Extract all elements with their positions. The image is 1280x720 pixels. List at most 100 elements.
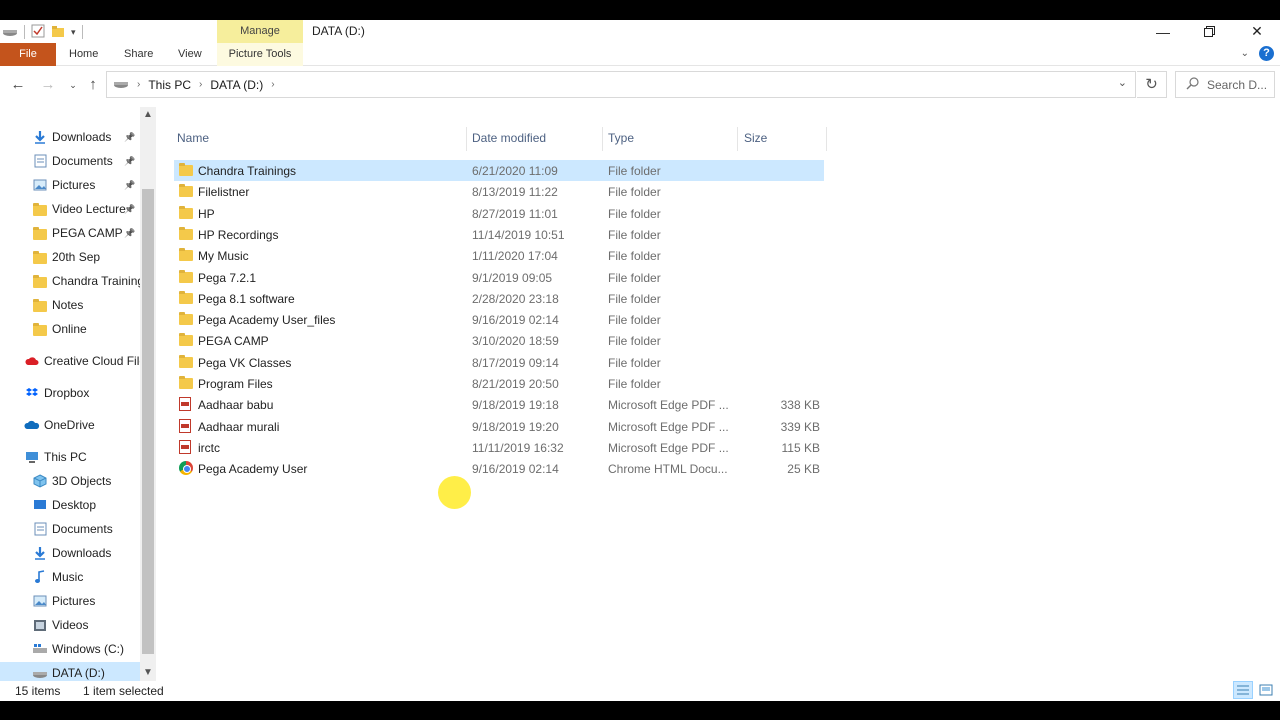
forward-arrow-icon[interactable]: → xyxy=(38,75,58,95)
tab-home[interactable]: Home xyxy=(69,43,98,66)
close-icon[interactable]: ✕ xyxy=(1234,20,1280,43)
file-type: File folder xyxy=(608,227,661,242)
column-header-name[interactable]: Name xyxy=(177,131,209,149)
file-row[interactable]: Aadhaar murali 9/18/2019 19:20 Microsoft E… xyxy=(174,416,824,437)
file-row[interactable]: Pega VK Classes 8/17/2019 09:14 File folde… xyxy=(174,352,824,373)
sidebar-item-this-pc[interactable]: This PC xyxy=(0,446,140,468)
sidebar-item-3d-objects[interactable]: 3D Objects xyxy=(0,470,140,492)
file-row[interactable]: My Music 1/11/2020 17:04 File folder xyxy=(174,245,824,266)
sidebar-item-label: 20th Sep xyxy=(52,250,101,264)
sidebar-item-20th-sep[interactable]: 20th Sep xyxy=(0,246,140,268)
sidebar-item-label: Chandra Training xyxy=(52,274,140,288)
column-header-size[interactable]: Size xyxy=(744,131,767,149)
sidebar-scrollbar[interactable]: ▲ ▼ xyxy=(140,107,156,681)
sidebar-item-dropbox[interactable]: Dropbox xyxy=(0,382,140,404)
file-row[interactable]: HP 8/27/2019 11:01 File folder xyxy=(174,203,824,224)
large-icons-view-icon[interactable] xyxy=(1256,681,1276,699)
pin-icon[interactable]: 📌 xyxy=(124,204,135,215)
search-input[interactable]: Search D... xyxy=(1175,71,1275,98)
help-icon[interactable]: ? xyxy=(1259,46,1274,61)
sidebar-item-desktop[interactable]: Desktop xyxy=(0,494,140,516)
folder-icon xyxy=(179,333,194,347)
refresh-icon[interactable]: ↻ xyxy=(1137,71,1167,98)
file-row[interactable]: Program Files 8/21/2019 20:50 File folder xyxy=(174,373,824,394)
file-date-modified: 9/16/2019 02:14 xyxy=(472,462,559,477)
restore-icon[interactable] xyxy=(1186,20,1232,43)
tab-share[interactable]: Share xyxy=(124,43,153,66)
minimize-icon[interactable]: — xyxy=(1140,20,1186,43)
file-row[interactable]: HP Recordings 11/14/2019 10:51 File folder xyxy=(174,224,824,245)
chevron-right-icon[interactable]: › xyxy=(271,79,274,90)
sidebar-item-pictures[interactable]: Pictures 📌 xyxy=(0,174,140,196)
sidebar-item-documents[interactable]: Documents 📌 xyxy=(0,150,140,172)
file-row[interactable]: PEGA CAMP 3/10/2020 18:59 File folder xyxy=(174,330,824,351)
address-dropdown-icon[interactable]: ⌄ xyxy=(1118,76,1127,89)
column-divider[interactable] xyxy=(602,127,603,151)
file-row[interactable]: Pega Academy User_files 9/16/2019 02:14 Fi… xyxy=(174,309,824,330)
manage-contextual-tab[interactable]: Manage xyxy=(217,20,303,43)
sidebar-item-documents[interactable]: Documents xyxy=(0,518,140,540)
pdf-icon xyxy=(179,439,194,454)
pin-icon[interactable]: 📌 xyxy=(124,132,135,143)
chevron-right-icon[interactable]: › xyxy=(199,79,202,90)
file-name: Filelistner xyxy=(198,185,250,200)
file-type: File folder xyxy=(608,249,661,264)
sidebar-item-creative-cloud[interactable]: Creative Cloud File xyxy=(0,350,140,372)
sidebar-item-label: DATA (D:) xyxy=(52,666,105,680)
customize-qat-icon[interactable]: ▾ xyxy=(71,27,76,38)
properties-icon[interactable] xyxy=(31,24,45,41)
file-row[interactable]: Aadhaar babu 9/18/2019 19:18 Microsoft Edg… xyxy=(174,394,824,415)
sidebar-item-pictures[interactable]: Pictures xyxy=(0,590,140,612)
sidebar-item-chandra-training[interactable]: Chandra Training xyxy=(0,270,140,292)
file-size: 115 KB xyxy=(781,440,820,455)
column-header-type[interactable]: Type xyxy=(608,131,634,149)
file-type: File folder xyxy=(608,377,661,391)
sidebar-item-windows-c-[interactable]: Windows (C:) xyxy=(0,638,140,660)
folder-icon xyxy=(179,354,194,369)
item-count: 15 items xyxy=(15,684,61,698)
back-arrow-icon[interactable]: ← xyxy=(8,75,28,95)
column-divider[interactable] xyxy=(737,127,738,151)
scrollbar-thumb[interactable] xyxy=(142,189,154,654)
sidebar-item-notes[interactable]: Notes xyxy=(0,294,140,316)
column-divider[interactable] xyxy=(826,127,827,151)
file-row[interactable]: Pega Academy User 9/16/2019 02:14 Chrome H… xyxy=(174,458,824,479)
sidebar-item-video-lecture[interactable]: Video Lecture 📌 xyxy=(0,198,140,220)
sidebar-item-pega-camp[interactable]: PEGA CAMP 📌 xyxy=(0,222,140,244)
file-row[interactable]: Pega 7.2.1 9/1/2019 09:05 File folder xyxy=(174,267,824,288)
up-arrow-icon[interactable]: ↑ xyxy=(83,75,103,95)
tab-view[interactable]: View xyxy=(178,43,202,66)
selection-count: 1 item selected xyxy=(83,684,164,698)
sidebar-item-online[interactable]: Online xyxy=(0,318,140,340)
file-row[interactable]: Pega 8.1 software 2/28/2020 23:18 File fol… xyxy=(174,288,824,309)
column-divider[interactable] xyxy=(466,127,467,151)
breadcrumb-data-drive[interactable]: DATA (D:) xyxy=(210,78,263,92)
download-arrow-icon xyxy=(32,129,48,145)
column-header-date-modified[interactable]: Date modified xyxy=(472,131,546,149)
pin-icon[interactable]: 📌 xyxy=(124,228,135,239)
scroll-up-icon[interactable]: ▲ xyxy=(140,107,156,123)
new-folder-icon[interactable] xyxy=(51,24,65,41)
details-view-icon[interactable] xyxy=(1233,681,1253,699)
pin-icon[interactable]: 📌 xyxy=(124,156,135,167)
tab-picture-tools[interactable]: Picture Tools xyxy=(217,43,303,66)
breadcrumb-this-pc[interactable]: This PC xyxy=(148,78,191,92)
scroll-down-icon[interactable]: ▼ xyxy=(140,665,156,681)
file-row[interactable]: Filelistner 8/13/2019 11:22 File folder xyxy=(174,181,824,202)
address-bar[interactable]: › This PC › DATA (D:) › ⌄ xyxy=(106,71,1136,98)
expand-ribbon-icon[interactable]: ⌄ xyxy=(1241,48,1249,59)
sidebar-item-music[interactable]: Music xyxy=(0,566,140,588)
file-row[interactable]: Chandra Trainings 6/21/2020 11:09 File fol… xyxy=(174,160,824,181)
recent-locations-icon[interactable]: ⌄ xyxy=(63,75,83,95)
folder-icon xyxy=(179,184,194,198)
navigation-pane: DATA (D:) Windows (C:) Videos Pictures Music… xyxy=(0,107,156,684)
sidebar-item-downloads[interactable]: Downloads 📌 xyxy=(0,126,140,148)
tab-file[interactable]: File xyxy=(0,43,56,66)
pin-icon[interactable]: 📌 xyxy=(124,180,135,191)
file-name: My Music xyxy=(198,249,249,264)
chevron-right-icon[interactable]: › xyxy=(137,79,140,90)
sidebar-item-downloads[interactable]: Downloads xyxy=(0,542,140,564)
sidebar-item-onedrive[interactable]: OneDrive xyxy=(0,414,140,436)
sidebar-item-videos[interactable]: Videos xyxy=(0,614,140,636)
file-row[interactable]: irctc 11/11/2019 16:32 Microsoft Edge PDF … xyxy=(174,437,824,458)
